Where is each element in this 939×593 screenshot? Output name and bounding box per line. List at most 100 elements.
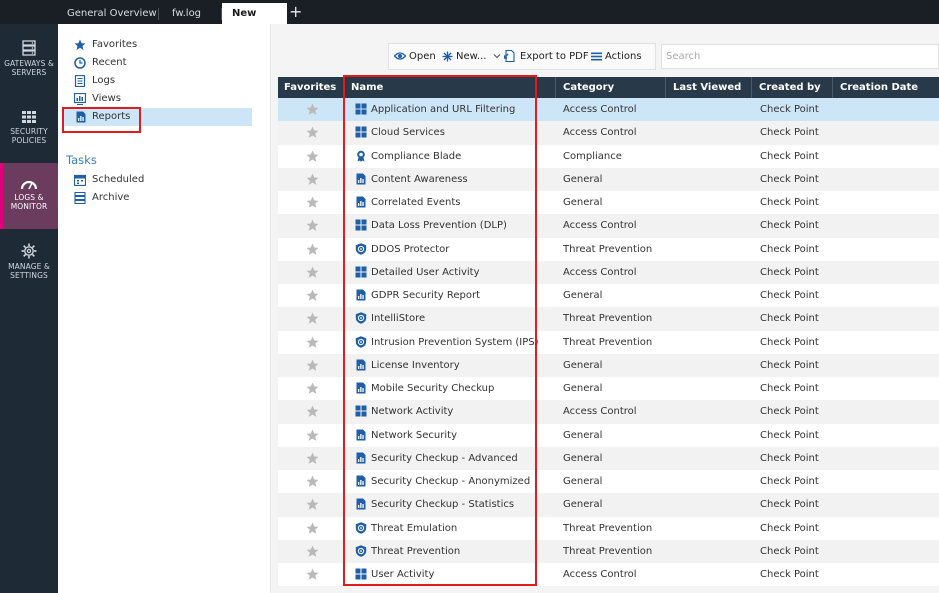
new-tab-button[interactable]: + [289,3,302,21]
sparkle-icon [442,51,453,61]
tab-bar: General Overview fw.log New Tab× + [0,0,939,40]
created-by-cell: Check Point [760,383,819,394]
gateways-icon [22,40,36,56]
created-by-cell: Check Point [760,452,819,464]
favorite-star-icon[interactable] [306,359,319,372]
favorite-star-icon[interactable] [306,312,319,325]
clock-icon [74,57,86,69]
security-policies-icon [22,111,36,123]
column-created-by[interactable]: Created by [752,77,833,98]
favorite-star-icon[interactable] [306,196,319,209]
column-category[interactable]: Category [556,77,666,98]
created-by-cell: Check Point [760,569,819,580]
category-cell: Compliance [563,150,622,162]
favorite-star-icon[interactable] [306,452,319,465]
created-by-cell: Check Point [760,290,819,301]
column-favorites[interactable]: Favorites [278,77,344,98]
created-by-cell: Check Point [760,522,819,534]
export-label: Export to PDF [520,51,589,62]
favorite-star-icon[interactable] [306,498,319,511]
nav-label: SECURITY POLICIES [10,127,48,145]
favorite-star-icon[interactable] [306,522,319,535]
reports-highlight-box [62,107,141,133]
favorite-star-icon[interactable] [306,475,319,488]
sidebar-item-label: Archive [92,192,130,203]
category-cell: General [563,173,603,185]
favorite-star-icon[interactable] [306,103,319,116]
tab-fw-log[interactable]: fw.log [162,3,222,24]
category-cell: General [563,383,603,394]
created-by-cell: Check Point [760,220,819,232]
category-cell: Access Control [563,104,637,115]
favorite-star-icon[interactable] [306,429,319,442]
reports-toolbar: Open New... Export to PDF Actions [388,43,656,84]
menu-icon [591,52,602,60]
category-cell: Threat Prevention [563,336,653,348]
views-icon [74,93,86,105]
logs-monitor-icon [20,180,38,190]
sidebar-item-label: Recent [92,57,127,68]
favorite-star-icon[interactable] [306,336,319,349]
favorite-star-icon[interactable] [306,219,319,232]
nav-label: LOGS & MONITOR [10,193,48,211]
eye-icon [393,52,407,60]
category-cell: Access Control [563,569,637,580]
category-cell: Threat Prevention [563,545,653,557]
sidebar-item-archive[interactable]: Archive [58,189,252,207]
search-input[interactable] [661,44,939,69]
created-by-cell: Check Point [760,336,819,348]
favorite-star-icon[interactable] [306,545,319,558]
sidebar-item-logs[interactable]: Logs [58,72,252,90]
sidebar-item-label: Scheduled [92,174,145,185]
sidebar-item-scheduled[interactable]: Scheduled [58,171,252,189]
favorite-star-icon[interactable] [306,289,319,302]
column-creation-date[interactable]: Creation Date [833,77,939,98]
category-cell: General [563,499,603,511]
favorite-star-icon[interactable] [306,382,319,395]
favorite-star-icon[interactable] [306,173,319,186]
sidebar-item-recent[interactable]: Recent [58,54,252,72]
nav-logs-monitor[interactable]: LOGS & MONITOR [0,163,58,229]
created-by-cell: Check Point [760,127,819,139]
created-by-cell: Check Point [760,313,819,325]
created-by-cell: Check Point [760,173,819,185]
nav-gateways-servers[interactable]: GATEWAYS & SERVERS [0,40,58,90]
sidebar-item-label: Logs [92,75,116,86]
favorite-star-icon[interactable] [306,266,319,279]
main-navigation: GATEWAYS & SERVERS SECURITY POLICIES LOG… [0,24,58,593]
tab-general-overview[interactable]: General Overview [57,3,159,24]
star-icon [74,39,86,50]
sidebar-item-favorites[interactable]: Favorites [58,36,252,54]
tab-new-tab[interactable]: New Tab× [222,3,287,40]
favorite-star-icon[interactable] [306,150,319,163]
created-by-cell: Check Point [760,104,819,115]
name-column-highlight-box [343,75,537,586]
category-cell: General [563,290,603,301]
favorite-star-icon[interactable] [306,126,319,139]
created-by-cell: Check Point [760,266,819,278]
favorite-star-icon[interactable] [306,405,319,418]
category-cell: General [563,452,603,464]
favorite-star-icon[interactable] [306,243,319,256]
actions-button[interactable]: Actions [591,44,655,84]
created-by-cell: Check Point [760,359,819,371]
category-cell: General [563,476,603,487]
sidebar-item-label: Views [92,93,121,104]
category-cell: Access Control [563,127,637,139]
created-by-cell: Check Point [760,499,819,511]
actions-label: Actions [605,51,642,62]
new-button[interactable]: New... [442,44,504,69]
created-by-cell: Check Point [760,197,819,208]
export-pdf-button[interactable]: Export to PDF [503,44,589,69]
export-pdf-icon [503,49,515,63]
tab-label: fw.log [172,8,202,19]
archive-icon [74,192,86,204]
column-last-viewed[interactable]: Last Viewed [666,77,752,98]
favorite-star-icon[interactable] [306,568,319,581]
sidebar-item-views[interactable]: Views [58,90,252,108]
nav-manage-settings[interactable]: MANAGE & SETTINGS [0,243,58,293]
nav-security-policies[interactable]: SECURITY POLICIES [0,110,58,160]
logs-icon [74,75,86,87]
category-cell: General [563,197,603,208]
open-button[interactable]: Open [393,44,436,69]
